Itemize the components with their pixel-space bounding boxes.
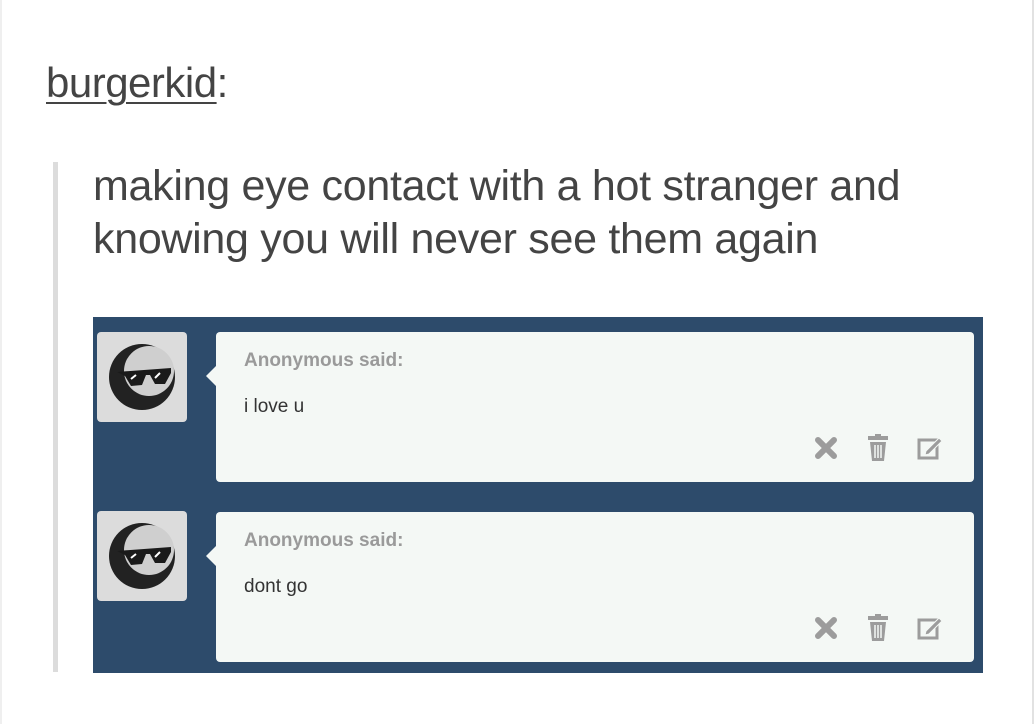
ask-screenshot-panel: Anonymous said: i love u Anonymous said:… xyxy=(93,317,983,673)
asker-name: Anonymous said: xyxy=(244,530,404,551)
blockquote-border xyxy=(53,162,58,672)
edit-icon xyxy=(917,437,943,460)
asker-avatar[interactable] xyxy=(97,511,187,601)
post-text-line-2: knowing you will never see them again xyxy=(93,215,819,263)
sunglasses-moon-avatar-icon xyxy=(109,344,175,410)
ask-question: i love u xyxy=(244,396,305,417)
reblog-attribution: burgerkid: xyxy=(46,62,228,104)
trash-icon xyxy=(868,614,888,641)
post-body-text: making eye contact with a hot stranger a… xyxy=(93,160,993,266)
author-colon: : xyxy=(216,59,229,106)
edit-button[interactable] xyxy=(914,432,946,464)
edit-icon xyxy=(917,617,943,640)
trash-button[interactable] xyxy=(862,432,894,464)
ask-actions xyxy=(810,432,946,464)
ask-actions xyxy=(810,612,946,644)
close-icon xyxy=(815,617,837,639)
trash-button[interactable] xyxy=(862,612,894,644)
post-text-line-1: making eye contact with a hot stranger a… xyxy=(93,162,901,210)
delete-x-button[interactable] xyxy=(810,432,842,464)
asker-avatar[interactable] xyxy=(97,332,187,422)
sunglasses-moon-avatar-icon xyxy=(109,523,175,589)
trash-icon xyxy=(868,434,888,461)
ask-bubble: Anonymous said: i love u xyxy=(206,332,974,482)
asker-name: Anonymous said: xyxy=(244,350,404,371)
delete-x-button[interactable] xyxy=(810,612,842,644)
ask-question: dont go xyxy=(244,576,308,597)
author-link[interactable]: burgerkid xyxy=(46,59,217,106)
edit-button[interactable] xyxy=(914,612,946,644)
ask-bubble: Anonymous said: dont go xyxy=(206,512,974,662)
page-edge-left xyxy=(0,0,2,724)
close-icon xyxy=(815,437,837,459)
